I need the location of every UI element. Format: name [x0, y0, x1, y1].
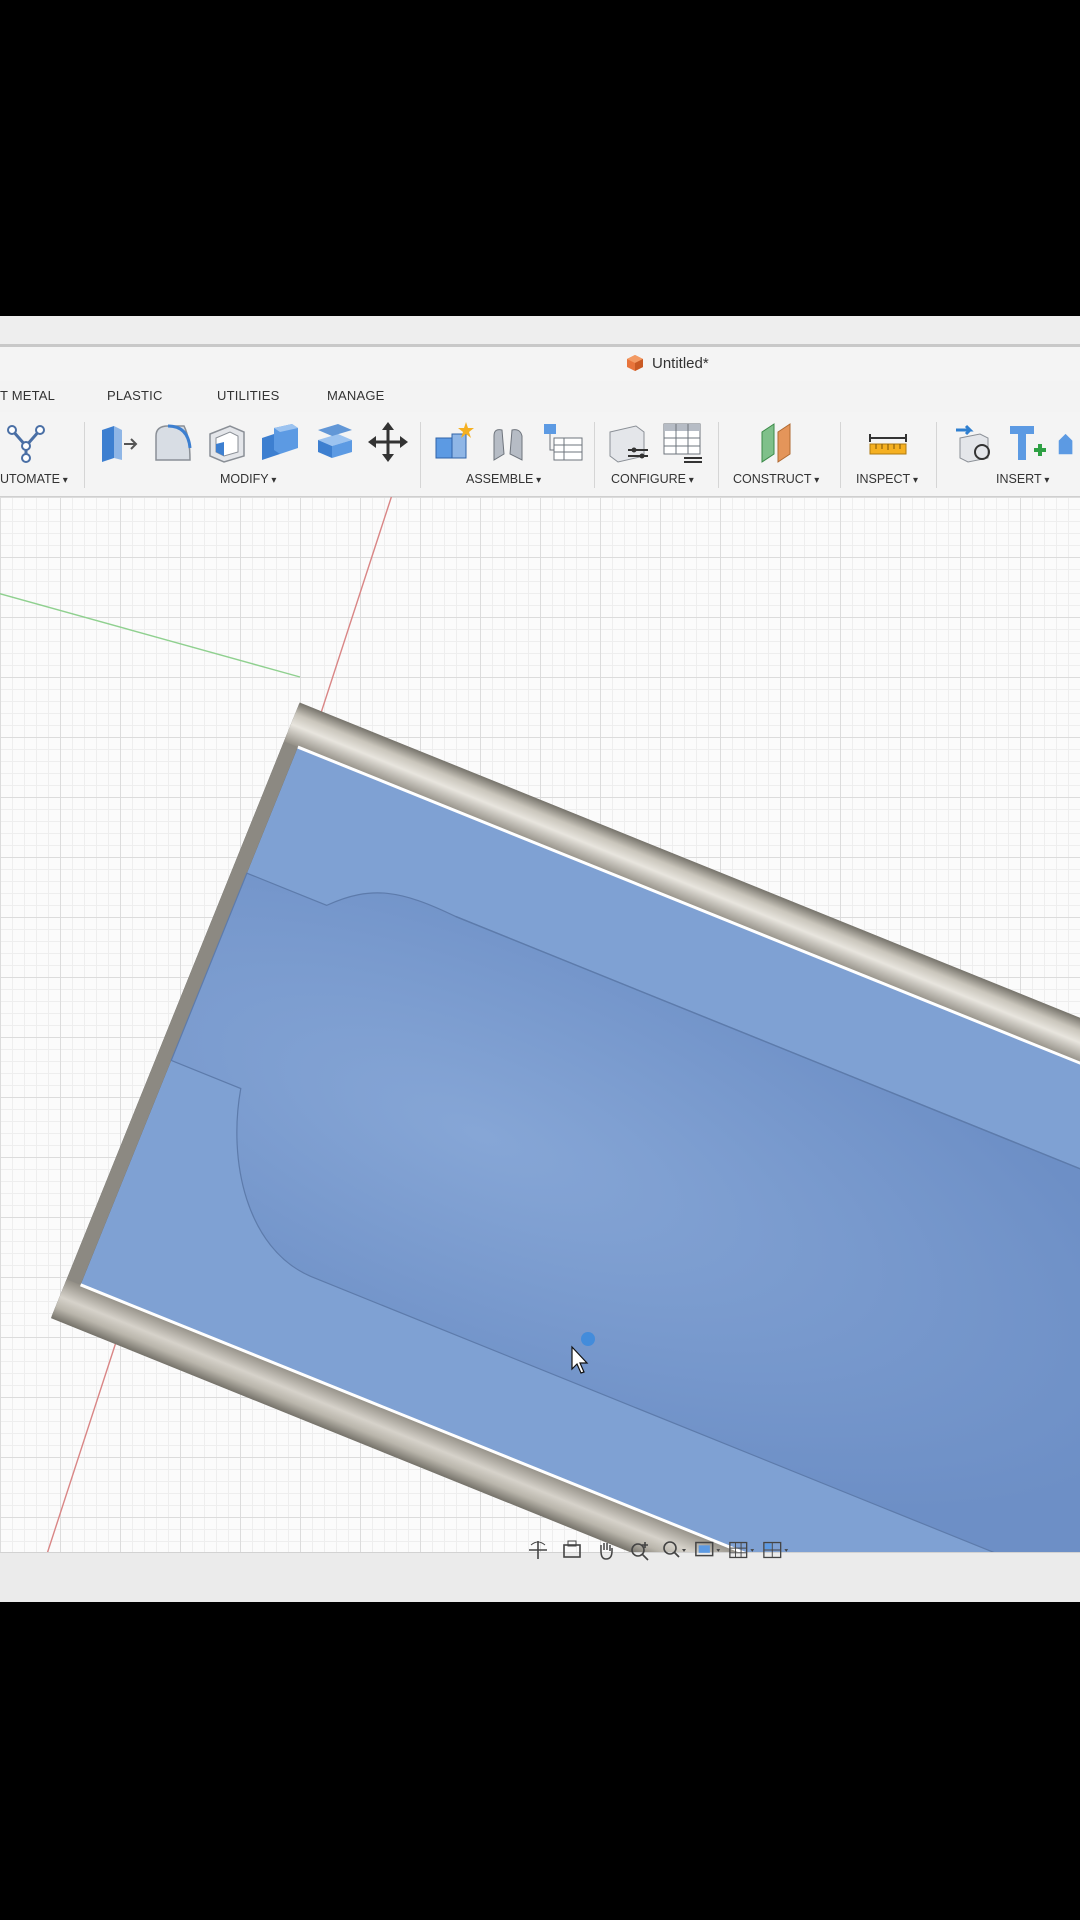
design-canvas[interactable]	[0, 497, 1080, 1552]
fit-button[interactable]	[660, 1537, 688, 1563]
measure-icon[interactable]	[866, 420, 910, 464]
display-settings-icon	[695, 1541, 721, 1557]
document-tab[interactable]: Untitled*	[626, 354, 709, 372]
tab-manage[interactable]: MANAGE	[327, 388, 385, 403]
insert-menu[interactable]: INSERT	[996, 472, 1049, 486]
tab-sheet-metal[interactable]: T METAL	[0, 388, 55, 403]
toolbar-separator	[936, 422, 937, 488]
pan-icon	[600, 1543, 613, 1560]
ribbon-toolbar: UTOMATE ▾ MODIFY ▾ ASSEMBLE ▾ CONFIGURE …	[0, 412, 1080, 497]
insert-mesh-icon[interactable]	[1056, 420, 1080, 464]
new-component-icon[interactable]	[432, 420, 476, 464]
configure-icon[interactable]	[606, 420, 650, 464]
body-model[interactable]	[50, 702, 1080, 1552]
automate-icon[interactable]	[4, 420, 48, 464]
orbit-button[interactable]	[524, 1537, 552, 1563]
grid-icon	[729, 1541, 755, 1559]
look-at-button[interactable]	[558, 1537, 586, 1563]
document-cube-icon	[627, 355, 643, 371]
insert-mcmaster-icon[interactable]	[1004, 420, 1048, 464]
orbit-icon	[529, 1541, 547, 1559]
toolbar-separator	[718, 422, 719, 488]
pan-button[interactable]	[592, 1537, 620, 1563]
zoom-button[interactable]	[626, 1537, 654, 1563]
fit-icon	[663, 1541, 686, 1558]
assemble-menu[interactable]: ASSEMBLE	[466, 472, 541, 486]
look-at-icon	[563, 1540, 581, 1558]
model-scene	[0, 497, 1080, 1552]
table-icon[interactable]	[660, 420, 704, 464]
grid-settings-button[interactable]	[728, 1537, 756, 1563]
shell-icon[interactable]	[204, 420, 248, 464]
inspect-menu[interactable]: INSPECT	[856, 472, 918, 486]
construct-menu[interactable]: CONSTRUCT	[733, 472, 819, 486]
toolbar-separator	[840, 422, 841, 488]
fusion-app-window: Untitled* T METAL PLASTIC UTILITIES MANA…	[0, 316, 1080, 1602]
joint-icon[interactable]	[486, 420, 530, 464]
fillet-icon[interactable]	[150, 420, 194, 464]
bom-icon[interactable]	[540, 420, 584, 464]
move-icon[interactable]	[366, 420, 410, 464]
origin-z-axis	[0, 593, 301, 678]
document-title: Untitled*	[652, 354, 709, 372]
window-titlebar	[0, 316, 1080, 347]
viewports-button[interactable]	[762, 1537, 790, 1563]
configure-menu[interactable]: CONFIGURE	[611, 472, 694, 486]
toolbar-separator	[420, 422, 421, 488]
press-pull-icon[interactable]	[96, 420, 140, 464]
modify-menu[interactable]: MODIFY	[220, 472, 276, 486]
plane-icon[interactable]	[754, 420, 798, 464]
display-settings-button[interactable]	[694, 1537, 722, 1563]
combine-icon[interactable]	[258, 420, 302, 464]
insert-derive-icon[interactable]	[952, 420, 996, 464]
automate-menu[interactable]: UTOMATE	[0, 472, 68, 486]
navigation-bar	[524, 1534, 790, 1566]
toolbar-separator	[594, 422, 595, 488]
zoom-icon	[631, 1542, 649, 1561]
document-bar: Untitled*	[0, 347, 1080, 381]
workspace-tabs: T METAL PLASTIC UTILITIES MANAGE	[0, 388, 1080, 408]
tab-plastic[interactable]: PLASTIC	[107, 388, 163, 403]
toolbar-separator	[84, 422, 85, 488]
offset-face-icon[interactable]	[312, 420, 356, 464]
viewports-icon	[763, 1541, 789, 1559]
tab-utilities[interactable]: UTILITIES	[217, 388, 279, 403]
